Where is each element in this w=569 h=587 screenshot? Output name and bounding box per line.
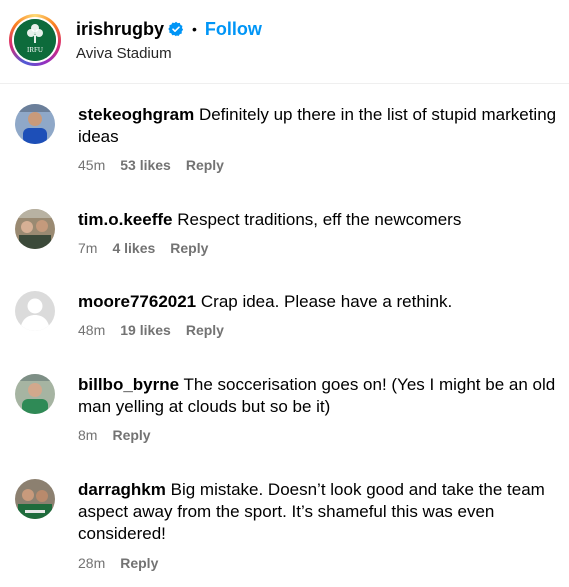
logo-text: IRFU [27, 46, 43, 54]
comment-time: 28m [78, 555, 106, 571]
follow-button[interactable]: Follow [205, 19, 262, 40]
reply-button[interactable]: Reply [120, 555, 158, 571]
comment-text-line: tim.o.keeffe Respect traditions, eff the… [78, 209, 563, 231]
reply-button[interactable]: Reply [186, 157, 224, 173]
reply-button[interactable]: Reply [112, 427, 150, 443]
story-ring[interactable]: IRFU [9, 14, 61, 66]
comment-meta: 45m 53 likes Reply [78, 157, 563, 173]
irfu-logo-avatar[interactable]: IRFU [14, 19, 56, 61]
verified-badge-icon [168, 21, 184, 37]
comment-time: 48m [78, 322, 106, 338]
comment-likes[interactable]: 19 likes [120, 322, 171, 338]
comment-text-line: darraghkm Big mistake. Doesn’t look good… [78, 479, 563, 545]
avatar-gap: IRFU [12, 17, 58, 63]
comment-text: Respect traditions, eff the newcomers [177, 210, 462, 229]
commenter-avatar[interactable] [15, 374, 55, 414]
reply-button[interactable]: Reply [170, 240, 208, 256]
comment-username[interactable]: tim.o.keeffe [78, 210, 172, 229]
separator-dot: • [192, 21, 197, 37]
comment-body: stekeoghgram Definitely up there in the … [78, 104, 563, 173]
comment-time: 7m [78, 240, 98, 256]
user-photo-icon [15, 104, 55, 144]
comment-meta: 48m 19 likes Reply [78, 322, 563, 338]
comment-text-line: stekeoghgram Definitely up there in the … [78, 104, 563, 148]
comment-text: Crap idea. Please have a rethink. [200, 292, 453, 311]
post-username[interactable]: irishrugby [76, 19, 164, 40]
user-photo-icon [15, 374, 55, 414]
user-photo-icon [15, 209, 55, 249]
comment-meta: 28m Reply [78, 555, 563, 571]
comment-text-line: moore7762021 Crap idea. Please have a re… [78, 291, 563, 313]
commenter-avatar[interactable] [15, 209, 55, 249]
comment-likes[interactable]: 4 likes [112, 240, 155, 256]
comment-body: billbo_byrne The soccerisation goes on! … [78, 374, 563, 443]
default-avatar-icon [15, 291, 55, 331]
comment-text-line: billbo_byrne The soccerisation goes on! … [78, 374, 563, 418]
comment-body: tim.o.keeffe Respect traditions, eff the… [78, 209, 563, 256]
post-header: IRFU irishrugby • Follow Aviva Stadium [0, 0, 569, 84]
comment-body: moore7762021 Crap idea. Please have a re… [78, 291, 563, 338]
comment-username[interactable]: darraghkm [78, 480, 166, 499]
header-text: irishrugby • Follow Aviva Stadium [76, 17, 262, 63]
comment-meta: 8m Reply [78, 427, 563, 443]
comment-body: darraghkm Big mistake. Doesn’t look good… [78, 479, 563, 571]
comment-likes[interactable]: 53 likes [120, 157, 171, 173]
header-title-row: irishrugby • Follow [76, 17, 262, 41]
comment-time: 45m [78, 157, 106, 173]
reply-button[interactable]: Reply [186, 322, 224, 338]
commenter-avatar[interactable] [15, 104, 55, 144]
comment-time: 8m [78, 427, 98, 443]
user-photo-icon [15, 479, 55, 519]
commenter-avatar[interactable] [15, 291, 55, 331]
comment-username[interactable]: billbo_byrne [78, 375, 179, 394]
comment-username[interactable]: stekeoghgram [78, 105, 194, 124]
commenter-avatar[interactable] [15, 479, 55, 519]
shamrock-logo-icon: IRFU [14, 19, 56, 61]
comment-username[interactable]: moore7762021 [78, 292, 196, 311]
comment-meta: 7m 4 likes Reply [78, 240, 563, 256]
post-location[interactable]: Aviva Stadium [76, 45, 262, 62]
